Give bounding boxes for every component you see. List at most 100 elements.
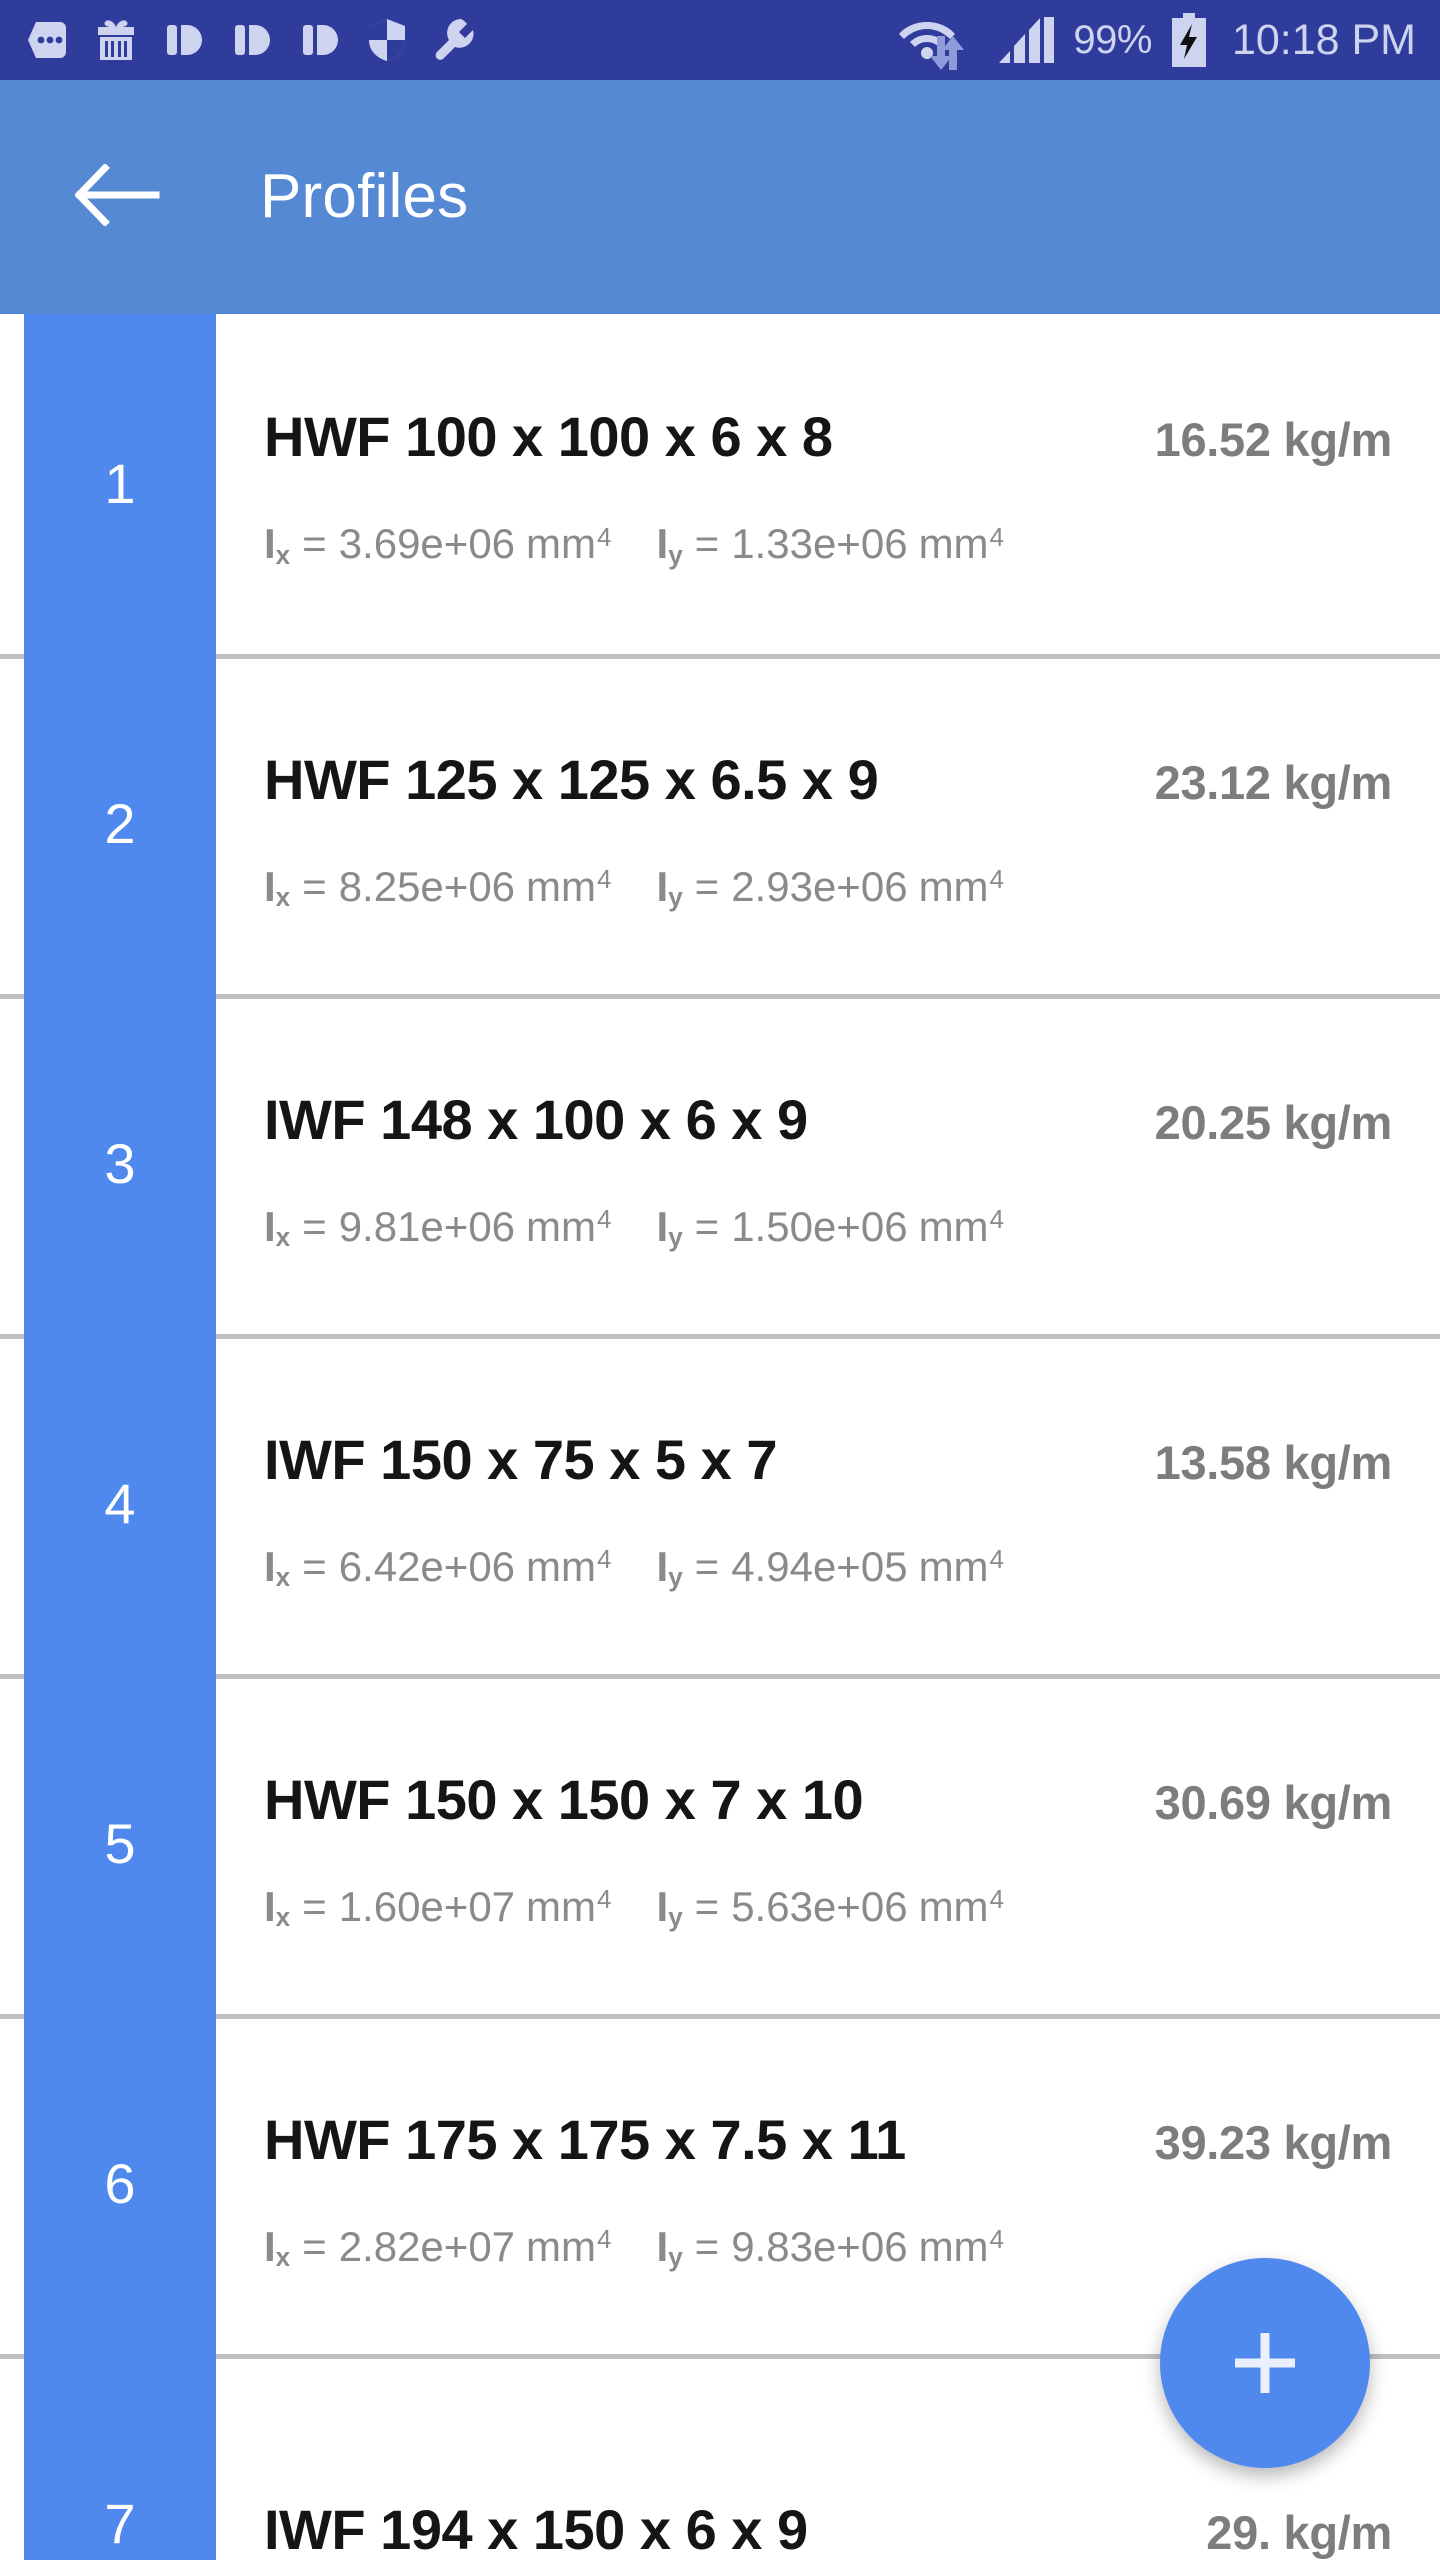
wrench-icon (434, 17, 478, 63)
profile-weight: 13.58 kg/m (1154, 1435, 1393, 1489)
battery-charging-icon (1170, 13, 1208, 67)
plus-icon (1227, 2325, 1303, 2401)
profile-name: HWF 150 x 150 x 7 x 10 (264, 1767, 864, 1831)
back-button[interactable] (70, 149, 166, 245)
moment-of-inertia-x: Ix = 3.69e+06 mm4 (264, 520, 612, 570)
data-transfer-icon (927, 36, 967, 70)
row-content: HWF 150 x 150 x 7 x 10 30.69 kg/m Ix = 1.60e… (216, 1679, 1440, 2014)
property-equals: = (302, 2222, 327, 2270)
row-content: IWF 150 x 75 x 5 x 7 13.58 kg/m Ix = 6.42e+0… (216, 1339, 1440, 1674)
profile-weight: 30.69 kg/m (1154, 1775, 1393, 1829)
messages-dots-icon (26, 20, 70, 60)
property-unit: mm4 (918, 862, 1005, 910)
property-equals: = (694, 1882, 720, 1930)
moment-of-inertia-x: Ix = 8.25e+06 mm4 (264, 862, 612, 913)
row-index-badge: 1 (24, 314, 216, 654)
moment-of-inertia-y: Iy = 2.93e+06 mm4 (657, 862, 1005, 910)
property-unit: mm4 (526, 520, 612, 567)
property-equals: = (694, 1202, 720, 1250)
row-header: HWF 125 x 125 x 6.5 x 9 23.12 kg/m (264, 751, 1392, 808)
profile-properties: Ix = 1.60e+07 mm4 Iy = 5.63e+06 mm4 (264, 1882, 1392, 1933)
row-content: HWF 100 x 100 x 6 x 8 16.52 kg/m Ix = 3.69e+… (216, 314, 1440, 654)
profile-name: HWF 175 x 175 x 7.5 x 11 (264, 2107, 906, 2171)
property-symbol: Iy (656, 1202, 683, 1253)
app-badge-icon (162, 19, 204, 61)
property-equals: = (694, 2222, 720, 2270)
moment-of-inertia-x: Ix = 6.42e+06 mm4 (264, 1542, 612, 1590)
property-equals: = (694, 862, 720, 910)
row-content: IWF 148 x 100 x 6 x 9 20.25 kg/m Ix = 9.81e+… (216, 999, 1440, 1334)
moment-of-inertia-y: Iy = 5.63e+06 mm4 (656, 1882, 1005, 1933)
property-symbol: Iy (656, 2222, 683, 2273)
profile-properties: Ix = 2.82e+07 mm4 Iy = 9.83e+06 mm4 (264, 2222, 1392, 2273)
property-value: 1.33e+06 (731, 520, 908, 567)
clock-label: 10:18 PM (1231, 15, 1416, 64)
row-index-badge: 7 (24, 2354, 216, 2560)
row-header: HWF 175 x 175 x 7.5 x 11 39.23 kg/m (264, 2107, 1393, 2171)
property-equals: = (302, 1202, 327, 1250)
row-index-badge: 6 (24, 2014, 216, 2354)
battery-percent-label: 99% (1073, 18, 1152, 62)
property-unit: mm4 (526, 862, 612, 910)
table-row[interactable]: 5 HWF 150 x 150 x 7 x 10 30.69 kg/m Ix = 1.60… (0, 1674, 1440, 2014)
app-badge-icon (298, 19, 340, 61)
property-symbol: Iy (656, 1882, 683, 1933)
property-value: 5.63e+06 (731, 1882, 908, 1930)
app-screen: 99% 10:18 PM Profiles 1 HWF 100 x 100 x 6… (0, 0, 1440, 2560)
property-value: 3.69e+06 (338, 520, 516, 567)
row-header: IWF 150 x 75 x 5 x 7 13.58 kg/m (264, 1427, 1393, 1491)
property-value: 6.42e+06 (338, 1542, 516, 1590)
property-unit: mm4 (918, 1882, 1005, 1930)
property-symbol: Ix (264, 2222, 291, 2273)
row-header: HWF 100 x 100 x 6 x 8 16.52 kg/m (264, 409, 1392, 465)
property-value: 2.93e+06 (731, 862, 908, 910)
add-profile-fab[interactable] (1160, 2258, 1370, 2468)
shield-icon (366, 17, 408, 63)
row-header: IWF 194 x 150 x 6 x 9 29. kg/m (264, 2497, 1392, 2560)
property-symbol: Iy (656, 520, 683, 570)
property-symbol: Iy (656, 1542, 683, 1593)
gift-icon (96, 18, 136, 62)
row-index-badge: 4 (24, 1334, 216, 1674)
profile-name: IWF 148 x 100 x 6 x 9 (264, 1087, 808, 1151)
property-symbol: Ix (264, 1882, 291, 1933)
status-bar-left-icons (26, 17, 478, 63)
profile-weight: 16.52 kg/m (1154, 413, 1393, 466)
profile-name: IWF 194 x 150 x 6 x 9 (264, 2497, 808, 2560)
property-value: 9.81e+06 (338, 1202, 516, 1250)
row-header: HWF 150 x 150 x 7 x 10 30.69 kg/m (264, 1767, 1393, 1831)
cellular-signal-icon (997, 17, 1057, 63)
property-value: 4.94e+05 (731, 1542, 908, 1590)
row-index-badge: 2 (24, 654, 216, 994)
profile-weight: 39.23 kg/m (1154, 2115, 1393, 2169)
property-symbol: Ix (264, 862, 291, 913)
profile-weight: 29. kg/m (1206, 2505, 1392, 2559)
property-symbol: Ix (264, 520, 291, 570)
property-unit: mm4 (918, 520, 1005, 567)
property-unit: mm4 (918, 1542, 1005, 1590)
profiles-list[interactable]: 1 HWF 100 x 100 x 6 x 8 16.52 kg/m Ix = 3.69e… (0, 314, 1440, 2560)
row-index-badge: 5 (24, 1674, 216, 2014)
profile-properties: Ix = 6.42e+06 mm4 Iy = 4.94e+05 mm4 (264, 1542, 1392, 1593)
moment-of-inertia-x: Ix = 2.82e+07 mm4 (264, 2222, 612, 2273)
table-row[interactable]: 2 HWF 125 x 125 x 6.5 x 9 23.12 kg/m Ix = 8.2… (0, 654, 1440, 994)
property-equals: = (694, 1542, 720, 1590)
moment-of-inertia-y: Iy = 9.83e+06 mm4 (656, 2222, 1005, 2273)
property-unit: mm4 (526, 2222, 612, 2270)
property-equals: = (694, 520, 720, 567)
table-row[interactable]: 4 IWF 150 x 75 x 5 x 7 13.58 kg/m Ix = 6.42e+… (0, 1334, 1440, 1674)
app-badge-icon (230, 19, 272, 61)
property-equals: = (302, 1882, 327, 1930)
table-row[interactable]: 3 IWF 148 x 100 x 6 x 9 20.25 kg/m Ix = 9.81e… (0, 994, 1440, 1334)
profile-properties: Ix = 8.25e+06 mm4 Iy = 2.93e+06 mm4 (264, 862, 1392, 913)
property-value: 2.82e+07 (338, 2222, 516, 2270)
property-value: 9.83e+06 (731, 2222, 908, 2270)
property-symbol: Ix (264, 1202, 291, 1253)
moment-of-inertia-y: Iy = 1.33e+06 mm4 (656, 520, 1005, 570)
table-row[interactable]: 1 HWF 100 x 100 x 6 x 8 16.52 kg/m Ix = 3.69e… (0, 314, 1440, 654)
property-equals: = (302, 520, 327, 567)
property-unit: mm4 (526, 1202, 612, 1250)
back-arrow-icon (74, 162, 161, 231)
property-value: 1.60e+07 (338, 1882, 516, 1930)
profile-name: IWF 150 x 75 x 5 x 7 (264, 1427, 777, 1491)
